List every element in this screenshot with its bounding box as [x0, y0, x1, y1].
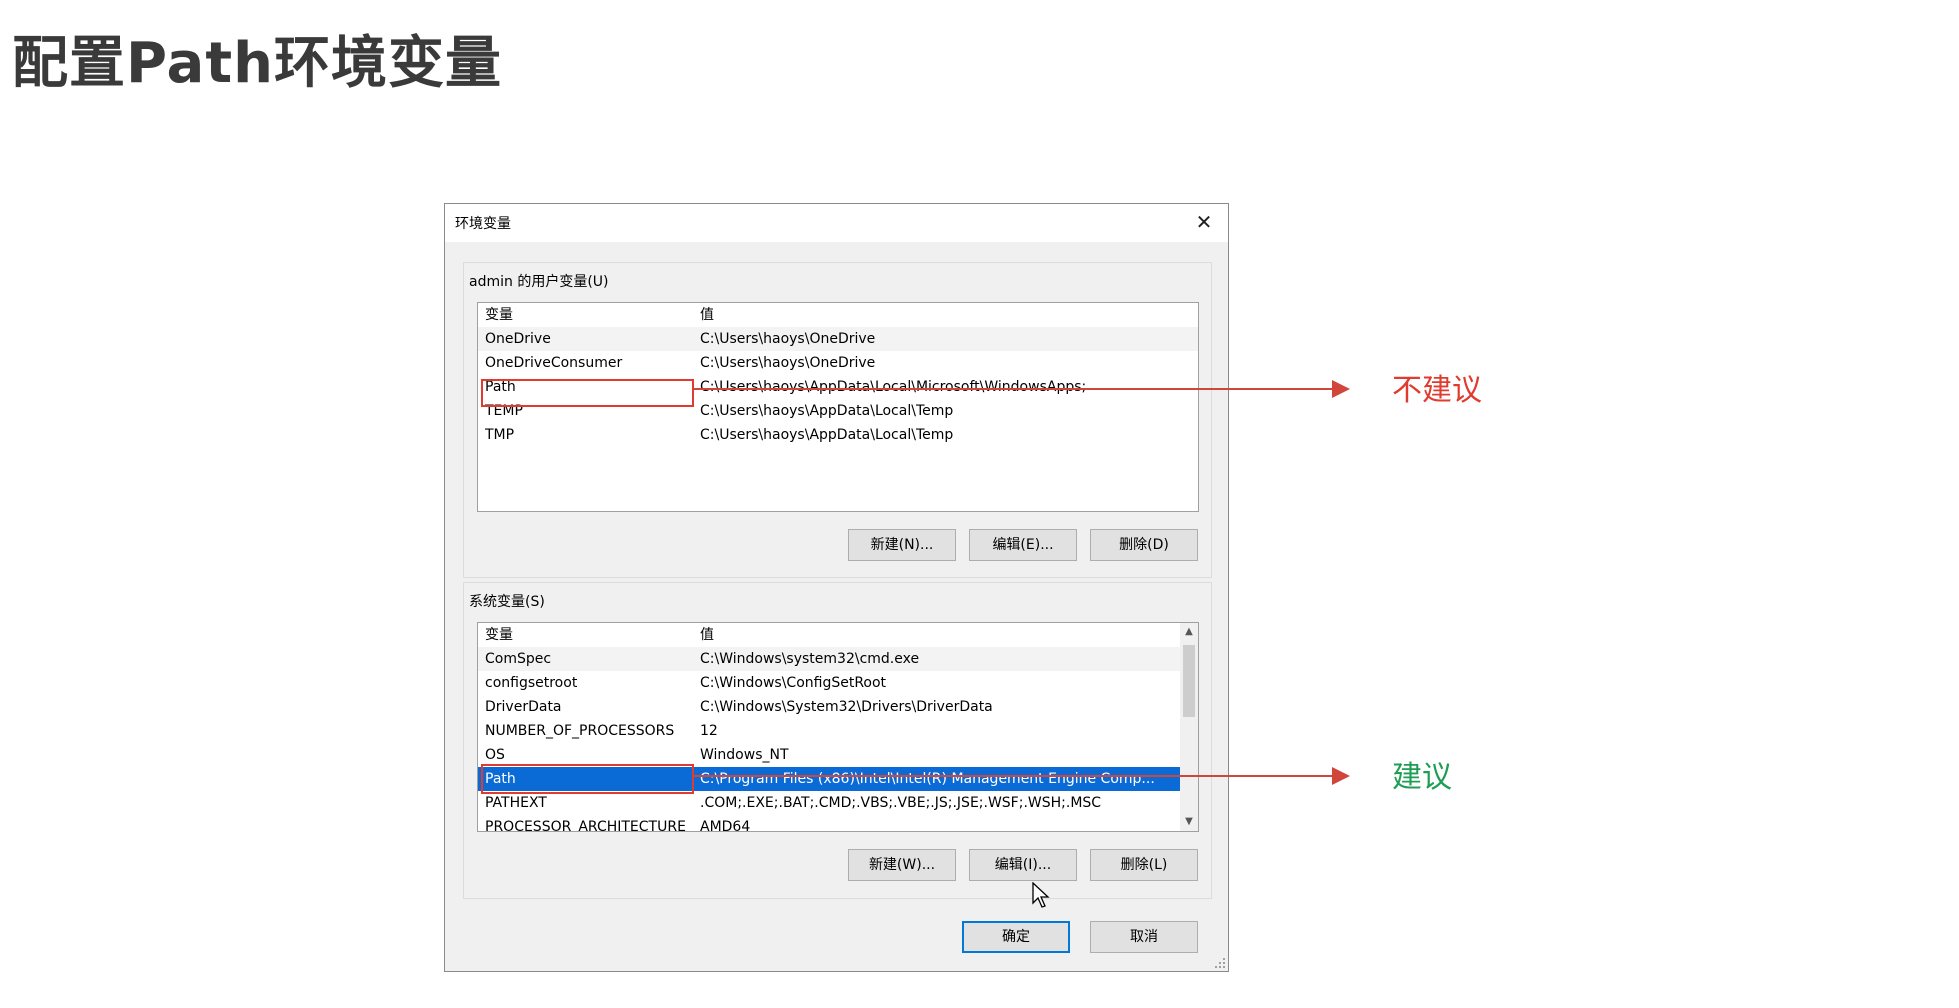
- variable-name: ComSpec: [485, 651, 552, 667]
- variable-name: NUMBER_OF_PROCESSORS: [485, 723, 675, 739]
- variable-value: 12: [700, 723, 718, 739]
- system-path-highlight: [481, 764, 694, 794]
- variable-value: C:\Users\haoys\OneDrive: [700, 331, 876, 347]
- user-edit-button[interactable]: 编辑(E)...: [969, 529, 1077, 561]
- column-header-value[interactable]: 值: [700, 623, 1190, 647]
- list-item[interactable]: OneDriveConsumer C:\Users\haoys\OneDrive: [478, 351, 1198, 375]
- variable-name: OneDriveConsumer: [485, 355, 623, 371]
- user-path-highlight: [481, 379, 694, 407]
- system-variables-label: 系统变量(S): [469, 594, 545, 610]
- variable-value: C:\Users\haoys\OneDrive: [700, 355, 876, 371]
- close-icon[interactable]: ✕: [1190, 207, 1218, 237]
- not-recommended-label: 不建议: [1392, 373, 1482, 408]
- variable-name: OneDrive: [485, 331, 551, 347]
- scrollbar-thumb[interactable]: [1183, 645, 1195, 717]
- column-header-variable[interactable]: 变量: [485, 303, 690, 327]
- variable-value: C:\Users\haoys\AppData\Local\Temp: [700, 403, 954, 419]
- list-item[interactable]: NUMBER_OF_PROCESSORS 12: [478, 719, 1198, 743]
- list-item[interactable]: PATHEXT .COM;.EXE;.BAT;.CMD;.VBS;.VBE;.JS…: [478, 791, 1198, 815]
- dialog-titlebar: 环境变量 ✕: [445, 204, 1228, 242]
- column-header-variable[interactable]: 变量: [485, 623, 690, 647]
- list-header: 变量 值: [478, 623, 1198, 647]
- list-item[interactable]: OneDrive C:\Users\haoys\OneDrive: [478, 327, 1198, 351]
- column-header-value[interactable]: 值: [700, 303, 1190, 327]
- variable-value: Windows_NT: [700, 747, 789, 763]
- system-delete-button[interactable]: 删除(L): [1090, 849, 1198, 881]
- user-delete-button[interactable]: 删除(D): [1090, 529, 1198, 561]
- system-edit-button[interactable]: 编辑(I)...: [969, 849, 1077, 881]
- scroll-down-icon[interactable]: ▼: [1180, 813, 1198, 831]
- environment-variables-dialog: 环境变量 ✕ admin 的用户变量(U) 变量 值 OneDrive C:\Us…: [444, 203, 1229, 972]
- cancel-button[interactable]: 取消: [1090, 921, 1198, 953]
- recommended-arrow: [694, 775, 1334, 777]
- slide-title: 配置Path环境变量: [12, 31, 502, 96]
- variable-value: AMD64: [700, 819, 751, 832]
- variable-name: DriverData: [485, 699, 562, 715]
- list-header: 变量 值: [478, 303, 1198, 327]
- variable-name: configsetroot: [485, 675, 578, 691]
- list-item[interactable]: TMP C:\Users\haoys\AppData\Local\Temp: [478, 423, 1198, 447]
- user-variables-list[interactable]: 变量 值 OneDrive C:\Users\haoys\OneDrive OneD…: [477, 302, 1199, 512]
- user-new-button[interactable]: 新建(N)...: [848, 529, 956, 561]
- vertical-scrollbar[interactable]: ▲ ▼: [1180, 623, 1198, 831]
- variable-name: TMP: [485, 427, 515, 443]
- variable-name: PROCESSOR_ARCHITECTURE: [485, 819, 686, 832]
- dialog-title: 环境变量: [455, 216, 511, 232]
- user-variables-label: admin 的用户变量(U): [469, 274, 609, 290]
- system-variables-list[interactable]: 变量 值 ComSpec C:\Windows\system32\cmd.exe c…: [477, 622, 1199, 832]
- list-item[interactable]: ComSpec C:\Windows\system32\cmd.exe: [478, 647, 1198, 671]
- variable-value: .COM;.EXE;.BAT;.CMD;.VBS;.VBE;.JS;.JSE;.…: [700, 795, 1102, 811]
- arrow-head-icon: [1332, 380, 1350, 398]
- mouse-pointer-icon: [1032, 882, 1050, 908]
- list-item[interactable]: DriverData C:\Windows\System32\Drivers\Dr…: [478, 695, 1198, 719]
- variable-value: C:\Windows\ConfigSetRoot: [700, 675, 887, 691]
- variable-name: PATHEXT: [485, 795, 547, 811]
- variable-value: C:\Users\haoys\AppData\Local\Temp: [700, 427, 954, 443]
- arrow-head-icon: [1332, 767, 1350, 785]
- list-item[interactable]: configsetroot C:\Windows\ConfigSetRoot: [478, 671, 1198, 695]
- ok-button[interactable]: 确定: [962, 921, 1070, 953]
- variable-value: C:\Windows\system32\cmd.exe: [700, 651, 920, 667]
- variable-value: C:\Windows\System32\Drivers\DriverData: [700, 699, 993, 715]
- scroll-up-icon[interactable]: ▲: [1180, 623, 1198, 641]
- list-item[interactable]: PROCESSOR_ARCHITECTURE AMD64: [478, 815, 1198, 832]
- system-new-button[interactable]: 新建(W)...: [848, 849, 956, 881]
- variable-value: C:\Users\haoys\AppData\Local\Microsoft\W…: [700, 379, 1087, 395]
- variable-value: C:\Program Files (x86)\Intel\Intel(R) Ma…: [700, 771, 1155, 787]
- recommended-label: 建议: [1392, 760, 1452, 795]
- resize-grip-icon[interactable]: [1214, 957, 1226, 969]
- not-recommended-arrow: [694, 388, 1334, 390]
